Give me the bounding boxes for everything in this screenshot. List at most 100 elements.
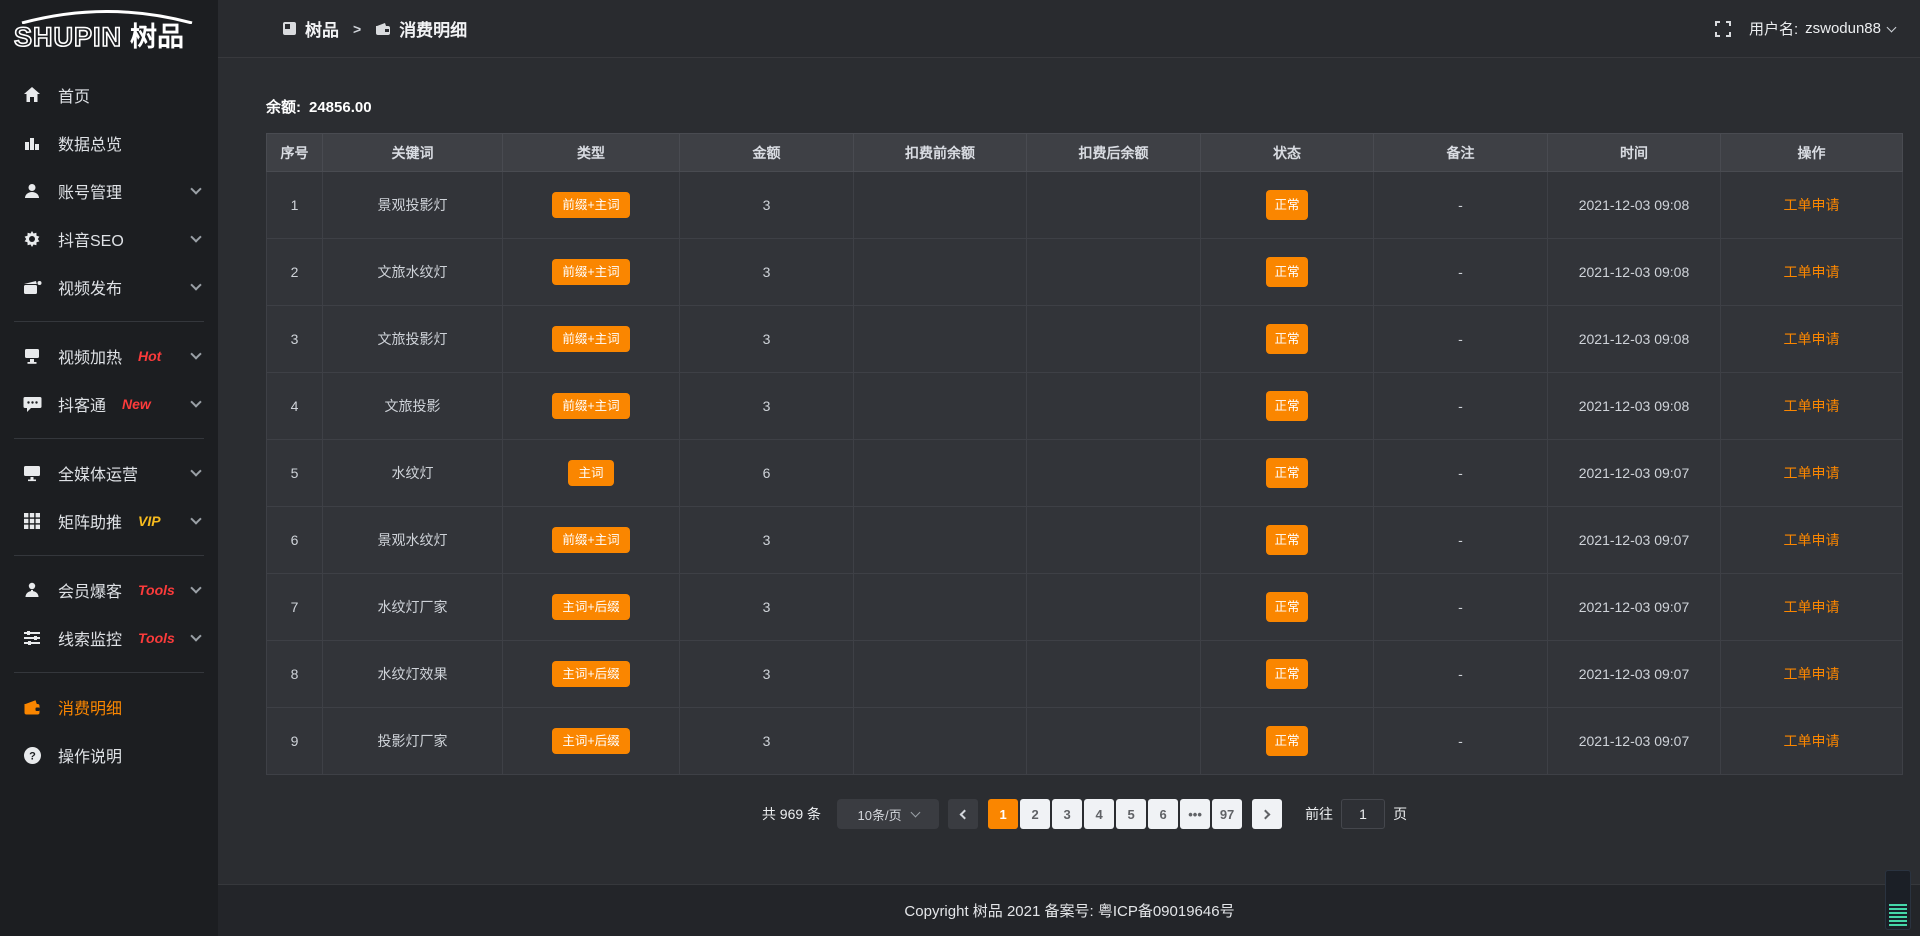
cell-seq: 5	[267, 440, 323, 507]
cell-time: 2021-12-03 09:07	[1548, 440, 1721, 507]
sidebar-item-会员爆客[interactable]: 会员爆客Tools	[0, 566, 218, 614]
ticket-apply-link[interactable]: 工单申请	[1784, 331, 1840, 347]
sidebar: SHUPIN 树品 首页数据总览账号管理抖音SEO视频发布视频加热Hot抖客通N…	[0, 0, 218, 936]
ticket-apply-link[interactable]: 工单申请	[1784, 398, 1840, 414]
page-button-97[interactable]: 97	[1212, 799, 1242, 829]
ticket-apply-link[interactable]: 工单申请	[1784, 532, 1840, 548]
cell-balance-before	[854, 172, 1027, 239]
page-buttons: 123456•••97	[987, 799, 1243, 829]
sidebar-item-操作说明[interactable]: ?操作说明	[0, 731, 218, 779]
sidebar-item-tag: Tools	[138, 582, 175, 598]
sidebar-item-tag: VIP	[138, 513, 161, 529]
next-page-button[interactable]	[1252, 799, 1282, 829]
ticket-apply-link[interactable]: 工单申请	[1784, 264, 1840, 280]
balance-value: 24856.00	[309, 99, 372, 116]
cell-amount: 3	[680, 708, 854, 775]
sidebar-item-抖音SEO[interactable]: 抖音SEO	[0, 215, 218, 263]
cell-type: 前缀+主词	[503, 239, 680, 306]
page-size-select[interactable]: 10条/页	[837, 799, 939, 829]
cell-remark: -	[1374, 708, 1548, 775]
page-button-2[interactable]: 2	[1020, 799, 1050, 829]
scrollbar-widget	[1885, 870, 1911, 930]
cell-seq: 6	[267, 507, 323, 574]
stripes-decoration	[1889, 904, 1907, 926]
ticket-apply-link[interactable]: 工单申请	[1784, 733, 1840, 749]
ticket-apply-link[interactable]: 工单申请	[1784, 666, 1840, 682]
cell-keyword: 景观投影灯	[323, 172, 503, 239]
logo-text-cn: 树品	[130, 24, 184, 51]
sidebar-item-抖客通[interactable]: 抖客通New	[0, 380, 218, 428]
chevron-down-icon	[190, 183, 201, 194]
cell-keyword: 景观水纹灯	[323, 507, 503, 574]
cell-keyword: 文旅投影灯	[323, 306, 503, 373]
column-header-扣费后余额: 扣费后余额	[1027, 134, 1201, 172]
status-badge: 正常	[1266, 257, 1307, 288]
ticket-apply-link[interactable]: 工单申请	[1784, 465, 1840, 481]
breadcrumb-home[interactable]: 树品	[305, 16, 339, 41]
sidebar-item-label: 数据总览	[58, 131, 122, 155]
cell-time: 2021-12-03 09:08	[1548, 172, 1721, 239]
chevron-down-icon	[190, 513, 201, 524]
goto-label: 前往	[1305, 804, 1333, 824]
table-row: 2文旅水纹灯前缀+主词3正常-2021-12-03 09:08工单申请	[267, 239, 1903, 306]
sidebar-item-矩阵助推[interactable]: 矩阵助推VIP	[0, 497, 218, 545]
cell-seq: 2	[267, 239, 323, 306]
monitor-icon	[22, 463, 42, 483]
cell-status: 正常	[1201, 507, 1374, 574]
cell-keyword: 文旅投影	[323, 373, 503, 440]
sidebar-item-消费明细[interactable]: 消费明细	[0, 683, 218, 731]
cell-seq: 7	[267, 574, 323, 641]
dashboard-icon	[282, 21, 297, 36]
fullscreen-icon[interactable]	[1715, 21, 1731, 37]
cell-balance-before	[854, 708, 1027, 775]
cell-balance-before	[854, 641, 1027, 708]
chevron-down-icon	[190, 582, 201, 593]
table-row: 4文旅投影前缀+主词3正常-2021-12-03 09:08工单申请	[267, 373, 1903, 440]
cell-balance-before	[854, 507, 1027, 574]
cell-balance-after	[1027, 373, 1201, 440]
sidebar-item-全媒体运营[interactable]: 全媒体运营	[0, 449, 218, 497]
sidebar-item-首页[interactable]: 首页	[0, 71, 218, 119]
sidebar-item-视频发布[interactable]: 视频发布	[0, 263, 218, 311]
cell-balance-after	[1027, 641, 1201, 708]
status-badge: 正常	[1266, 391, 1307, 422]
cell-action: 工单申请	[1721, 574, 1903, 641]
cell-type: 主词+后缀	[503, 574, 680, 641]
cell-balance-after	[1027, 440, 1201, 507]
cell-status: 正常	[1201, 708, 1374, 775]
cell-balance-after	[1027, 239, 1201, 306]
cell-seq: 3	[267, 306, 323, 373]
chevron-down-icon	[190, 396, 201, 407]
cell-type: 前缀+主词	[503, 306, 680, 373]
ticket-apply-link[interactable]: 工单申请	[1784, 197, 1840, 213]
sidebar-item-数据总览[interactable]: 数据总览	[0, 119, 218, 167]
breadcrumb-current: 消费明细	[399, 16, 467, 41]
goto-page-input[interactable]	[1341, 799, 1385, 829]
page-button-3[interactable]: 3	[1052, 799, 1082, 829]
grid-icon	[22, 511, 42, 531]
more-pages-button[interactable]: •••	[1180, 799, 1210, 829]
chevron-down-icon	[190, 465, 201, 476]
cell-type: 前缀+主词	[503, 172, 680, 239]
column-header-备注: 备注	[1374, 134, 1548, 172]
prev-page-button[interactable]	[948, 799, 978, 829]
page-button-6[interactable]: 6	[1148, 799, 1178, 829]
table-row: 7水纹灯厂家主词+后缀3正常-2021-12-03 09:07工单申请	[267, 574, 1903, 641]
page-button-1[interactable]: 1	[988, 799, 1018, 829]
cell-keyword: 文旅水纹灯	[323, 239, 503, 306]
sidebar-item-线索监控[interactable]: 线索监控Tools	[0, 614, 218, 662]
page-button-5[interactable]: 5	[1116, 799, 1146, 829]
sidebar-item-label: 视频加热	[58, 344, 122, 368]
sidebar-item-账号管理[interactable]: 账号管理	[0, 167, 218, 215]
chat-icon	[22, 394, 42, 414]
ticket-apply-link[interactable]: 工单申请	[1784, 599, 1840, 615]
chevron-down-icon	[190, 630, 201, 641]
sidebar-item-视频加热[interactable]: 视频加热Hot	[0, 332, 218, 380]
user-menu[interactable]: 用户名: zswodun88	[1749, 18, 1895, 39]
page-button-4[interactable]: 4	[1084, 799, 1114, 829]
cell-time: 2021-12-03 09:08	[1548, 373, 1721, 440]
cell-time: 2021-12-03 09:08	[1548, 306, 1721, 373]
goto-suffix: 页	[1393, 804, 1407, 824]
table-row: 9投影灯厂家主词+后缀3正常-2021-12-03 09:07工单申请	[267, 708, 1903, 775]
sidebar-item-label: 抖客通	[58, 392, 106, 416]
